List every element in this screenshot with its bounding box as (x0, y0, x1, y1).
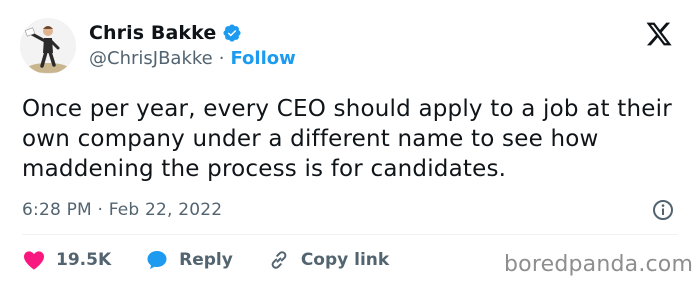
tweet-text: Once per year, every CEO should apply to… (22, 96, 672, 182)
like-button[interactable]: 19.5K (22, 248, 111, 272)
author-name-row: Chris Bakke (89, 20, 242, 46)
watermark: boredpanda.com (504, 252, 694, 277)
tweet-timestamp[interactable]: 6:28 PM · Feb 22, 2022 (22, 200, 222, 220)
avatar-image (20, 18, 76, 74)
info-icon[interactable] (651, 198, 675, 222)
verified-badge-icon (222, 23, 242, 43)
follow-button[interactable]: Follow (230, 48, 295, 69)
avatar[interactable] (20, 18, 76, 74)
copy-link-button[interactable]: Copy link (267, 248, 389, 272)
author-display-name[interactable]: Chris Bakke (89, 22, 216, 44)
reply-bubble-icon (145, 248, 169, 272)
divider (22, 234, 678, 235)
tweet-actions: 19.5K Reply Copy link (22, 246, 389, 274)
x-logo-icon[interactable] (644, 20, 674, 48)
link-icon (267, 248, 291, 272)
author-handle-row: @ChrisJBakke · Follow (89, 48, 296, 69)
handle-separator: · (218, 48, 225, 69)
like-count: 19.5K (56, 250, 112, 270)
heart-icon (22, 248, 46, 272)
reply-button[interactable]: Reply (145, 248, 233, 272)
reply-label: Reply (179, 250, 233, 270)
author-handle[interactable]: @ChrisJBakke (89, 48, 213, 69)
copy-link-label: Copy link (300, 250, 390, 270)
